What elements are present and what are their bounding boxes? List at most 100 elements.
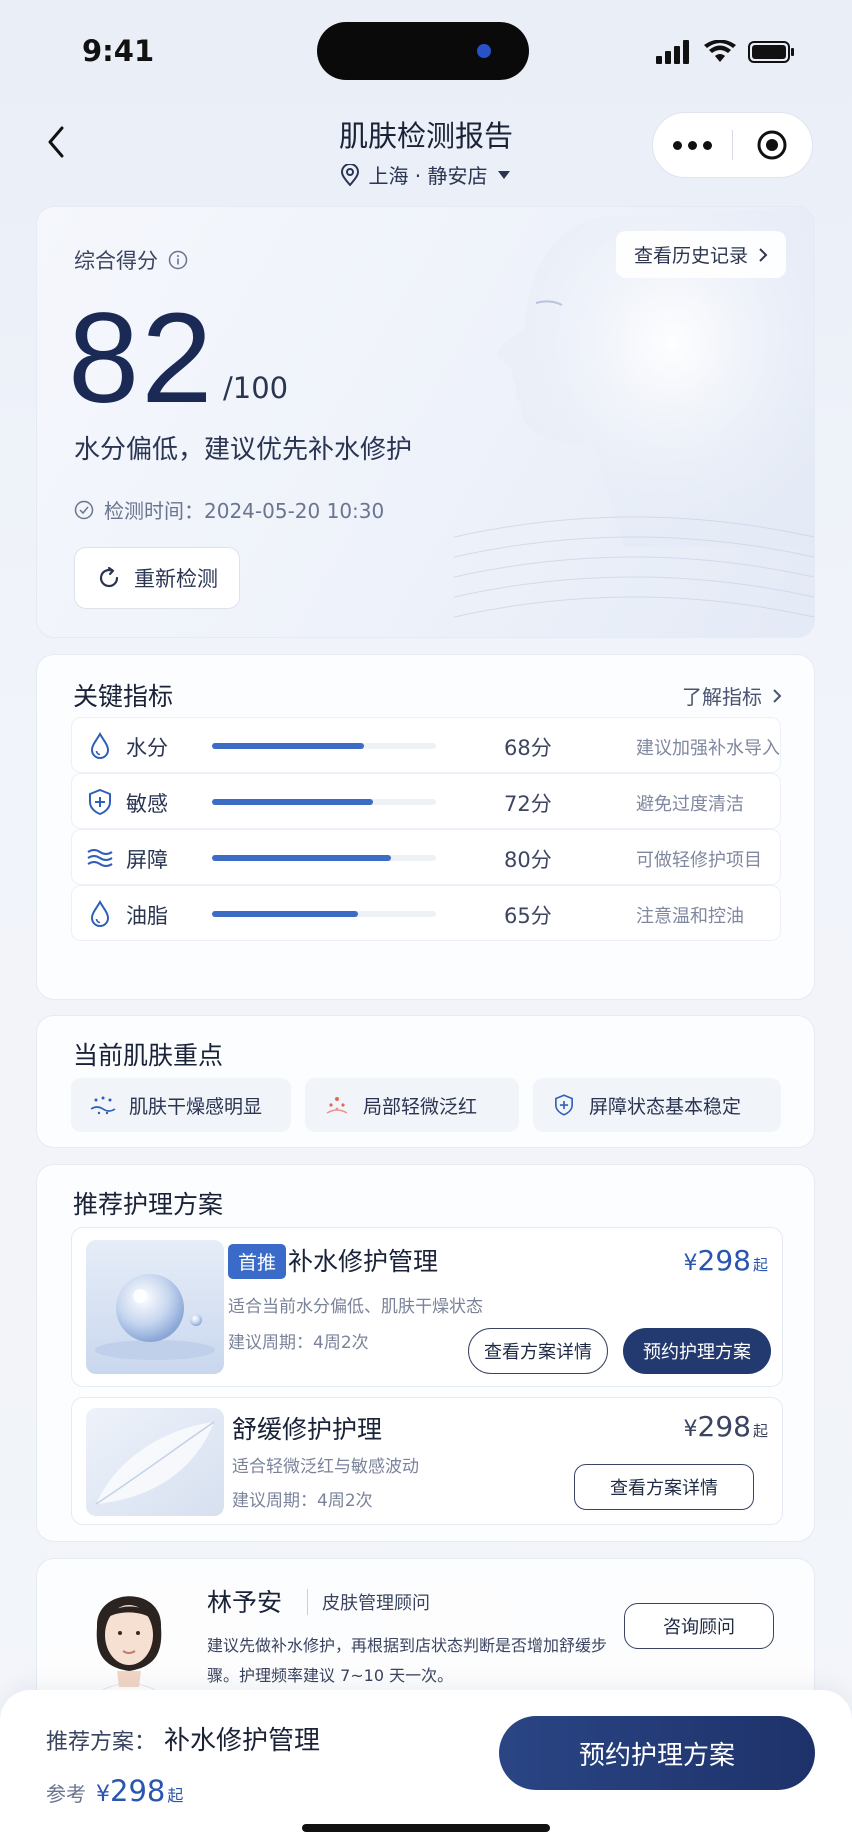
metric-bar [212,799,436,805]
metric-bar-fill [212,911,358,917]
clock-check-icon [74,500,94,519]
metric-value: 72分 [504,792,552,816]
droplet-icon [90,731,110,759]
refresh-icon [99,566,119,588]
dynamic-island [317,22,529,80]
score-label-text: 综合得分 [74,249,158,273]
status-time: 9:41 [82,34,155,68]
chevron-right-icon [759,247,768,262]
price-suffix: 起 [752,1256,768,1274]
featured-badge: 首推 [228,1244,287,1279]
plan-item-soothing[interactable]: 舒缓修护护理 ¥ 298 起 适合轻微泛红与敏感波动 建议周期：4周2次 查看方… [71,1397,783,1525]
focus-chip-dryness: 肌肤干燥感明显 [71,1078,291,1132]
retest-button[interactable]: 重新检测 [74,547,240,609]
bottom-price: 参考 ¥ 298 起 [46,1774,183,1808]
advisor-name: 林予安 [207,1588,283,1617]
plan-item-hydration[interactable]: 首推 补水修护管理 ¥ 298 起 适合当前水分偏低、肌肤干燥状态 建议周期：4… [71,1227,783,1387]
book-plan-cta-button[interactable]: 预约护理方案 [499,1716,815,1790]
plan-desc: 适合当前水分偏低、肌肤干燥状态 [228,1297,483,1317]
metric-tip: 建议加强补水导入 [636,738,780,759]
metrics-card: 关键指标 了解指标 水分 68分 建议加强补水导入 敏感 72分 避免过度清洁 … [36,654,815,1000]
score-card: 综合得分 查看历史记录 82 /100 水分偏低，建议优先补水修护 检测时间：2… [36,206,815,638]
metric-name: 水分 [126,736,168,760]
metric-value: 65分 [504,904,552,928]
caret-down-icon [497,170,510,179]
water-droplet-image [86,1240,224,1374]
score-summary: 水分偏低，建议优先补水修护 [74,435,413,465]
test-time-label: 检测时间： [104,499,204,523]
metric-row-barrier[interactable]: 屏障 80分 可做轻修护项目 [71,829,781,885]
waves-icon [87,849,113,867]
signal-icon [656,40,689,64]
score-label: 综合得分 [74,245,188,275]
plan-name: 补水修护管理 [288,1247,439,1276]
book-plan-button[interactable]: 预约护理方案 [623,1328,771,1374]
score-value: 82 [68,287,215,430]
focus-chip-label: 肌肤干燥感明显 [129,1095,263,1118]
score-max: /100 [223,371,289,405]
retest-button-label: 重新检测 [134,567,218,591]
metric-value: 80分 [504,848,552,872]
metric-tip: 可做轻修护项目 [636,850,762,871]
test-time-value: 2024-05-20 10:30 [204,499,385,523]
price-suffix: 起 [167,1786,184,1805]
metric-row-water[interactable]: 水分 68分 建议加强补水导入 [71,717,781,773]
bottom-plan-prefix: 推荐方案： [46,1730,157,1755]
plan-detail-button[interactable]: 查看方案详情 [468,1328,608,1374]
consult-advisor-button[interactable]: 咨询顾问 [624,1603,774,1649]
price-value: 298 [697,1410,751,1443]
info-icon[interactable] [168,250,188,270]
location-pin-icon [341,163,360,186]
metric-bar [212,911,436,917]
focus-chip-label: 屏障状态基本稳定 [589,1095,742,1118]
price-currency: ¥ [683,1417,698,1442]
skin-focus-card: 当前肌肤重点 肌肤干燥感明显 局部轻微泛红 屏障状态基本稳定 [36,1015,815,1148]
price-currency: ¥ [96,1782,110,1807]
metric-value: 68分 [504,736,552,760]
recommended-plans-card: 推荐护理方案 首推 补水修护管理 ¥ 298 起 适合当前水分偏低、肌肤干燥状态… [36,1164,815,1542]
price-value: 298 [697,1244,751,1277]
metric-bar-fill [212,743,365,749]
plan-name: 舒缓修护护理 [232,1415,383,1444]
plan-cycle: 建议周期：4周2次 [228,1333,369,1353]
advisor-message: 建议先做补水修护，再根据到店状态判断是否增加舒缓步骤。护理频率建议 7~10 天… [207,1636,608,1685]
metric-row-oil[interactable]: 油脂 65分 注意温和控油 [71,885,781,941]
metric-row-sensitivity[interactable]: 敏感 72分 避免过度清洁 [71,773,781,829]
metric-tip: 注意温和控油 [636,906,744,927]
leaf-image [86,1408,224,1516]
plan-cycle: 建议周期：4周2次 [232,1491,373,1511]
plan-price: ¥ 298 起 [684,1244,768,1277]
wifi-icon [704,40,736,62]
bottom-price-label: 参考 [46,1782,86,1806]
close-program-button[interactable] [733,129,812,161]
metric-name: 屏障 [126,848,168,872]
redness-icon [326,1097,348,1114]
metric-bar [212,743,436,749]
learn-metrics-link[interactable]: 了解指标 [682,681,782,710]
metrics-title: 关键指标 [73,682,174,711]
metric-bar-fill [212,855,392,861]
bottom-plan-name: 补水修护管理 [164,1726,321,1756]
plan-desc: 适合轻微泛红与敏感波动 [232,1457,419,1477]
more-button[interactable] [653,140,732,150]
history-button[interactable]: 查看历史记录 [615,231,786,278]
metric-name: 油脂 [126,904,168,928]
status-icons [656,40,794,64]
store-location: 上海 · 静安店 [368,164,488,188]
price-currency: ¥ [683,1251,698,1276]
plans-title: 推荐护理方案 [73,1190,224,1219]
price-suffix: 起 [752,1422,768,1440]
shield-plus-icon [555,1094,573,1116]
dry-skin-icon [90,1096,116,1115]
learn-metrics-label: 了解指标 [682,685,762,709]
home-indicator [302,1824,550,1832]
plan-detail-button[interactable]: 查看方案详情 [574,1464,754,1510]
focus-title: 当前肌肤重点 [73,1041,224,1070]
camera-dot [477,44,491,58]
shield-plus-icon [89,788,111,816]
metric-tip: 避免过度清洁 [636,794,744,815]
target-icon [757,130,787,160]
metric-bar [212,855,436,861]
focus-chip-barrier: 屏障状态基本稳定 [533,1078,781,1132]
metric-bar-fill [212,799,374,805]
